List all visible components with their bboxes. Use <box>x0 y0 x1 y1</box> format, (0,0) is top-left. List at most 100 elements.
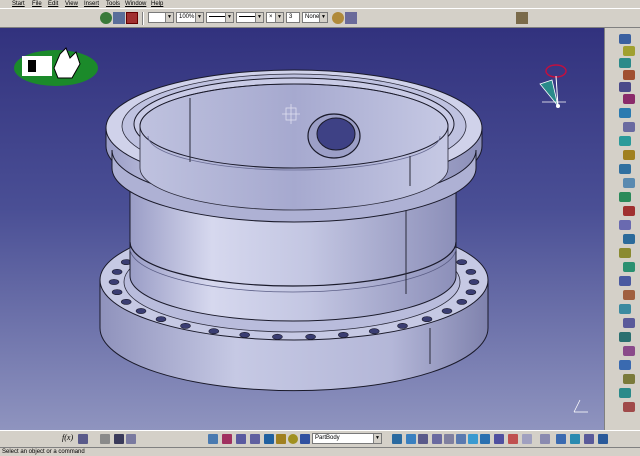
toolbar-tool-icon[interactable] <box>619 136 631 146</box>
status-message: Select an object or a command <box>2 449 85 455</box>
toolbar-tool-icon[interactable] <box>623 94 635 104</box>
bolt-hole <box>456 259 468 265</box>
constraint-icon[interactable] <box>222 434 232 444</box>
reference-icon[interactable] <box>236 434 246 444</box>
toolbar-tool-icon[interactable] <box>623 402 635 412</box>
view-tool-icon[interactable] <box>418 434 428 444</box>
bolt-hole <box>397 322 408 329</box>
bolt-hole <box>468 279 480 285</box>
bolt-hole <box>135 308 147 314</box>
toolbar-tool-icon[interactable] <box>623 122 635 132</box>
bolt-hole <box>111 289 123 295</box>
menu-help[interactable]: Help <box>151 0 163 8</box>
body-icon[interactable] <box>300 434 310 444</box>
point-dropdown[interactable]: × ▼ <box>266 12 284 23</box>
analysis-icon[interactable] <box>114 434 124 444</box>
bolt-hole <box>441 308 453 314</box>
menu-edit[interactable]: Edit <box>48 0 58 8</box>
cancel-icon[interactable] <box>126 12 138 24</box>
painter-icon[interactable] <box>332 12 344 24</box>
repeat-icon[interactable] <box>276 434 286 444</box>
toolbar-tool-icon[interactable] <box>623 178 635 188</box>
chevron-down-icon: ▼ <box>373 434 381 443</box>
plane-icon[interactable] <box>250 434 260 444</box>
part-body-value: PartBody <box>315 435 340 441</box>
measure-icon[interactable] <box>100 434 110 444</box>
view-tool-icon[interactable] <box>570 434 580 444</box>
menu-window[interactable]: Window <box>125 0 146 8</box>
zoom-dropdown[interactable]: 100% ▼ <box>176 12 204 23</box>
view-tool-icon[interactable] <box>508 434 518 444</box>
toolbar-tool-icon[interactable] <box>619 164 631 174</box>
sketch-icon[interactable] <box>208 434 218 444</box>
formula-button[interactable]: f(x) <box>62 433 73 442</box>
menu-file[interactable]: File <box>32 0 42 8</box>
point-icon[interactable] <box>264 434 274 444</box>
comment-icon[interactable] <box>78 434 88 444</box>
bolt-hole <box>465 289 477 295</box>
layer-dropdown[interactable]: 3 <box>286 12 300 23</box>
toolbar-tool-icon[interactable] <box>623 318 635 328</box>
toolbar-tool-icon[interactable] <box>619 388 631 398</box>
menu-view[interactable]: View <box>65 0 78 8</box>
linetype-dropdown[interactable]: ▼ <box>206 12 234 23</box>
right-toolbar <box>604 28 640 430</box>
workbench-icon[interactable] <box>113 12 125 24</box>
view-tool-icon[interactable] <box>444 434 454 444</box>
toolbar-tool-icon[interactable] <box>619 332 631 342</box>
toolbar-tool-icon[interactable] <box>619 108 631 118</box>
toolbar-tool-icon[interactable] <box>619 82 631 92</box>
linetype-sample <box>209 15 225 17</box>
view-tool-icon[interactable] <box>540 434 550 444</box>
view-tool-icon[interactable] <box>432 434 442 444</box>
toolbar-tool-icon[interactable] <box>623 206 635 216</box>
compass-icon[interactable] <box>539 64 567 108</box>
yellow-sphere-icon[interactable] <box>288 434 298 444</box>
toolbar-tool-icon[interactable] <box>619 304 631 314</box>
chevron-down-icon: ▼ <box>195 13 203 22</box>
toolbar-tool-icon[interactable] <box>619 248 631 258</box>
tool-icon[interactable] <box>516 12 528 24</box>
view-tool-icon[interactable] <box>584 434 594 444</box>
bolt-hole <box>111 268 123 275</box>
lineweight-dropdown[interactable]: ▼ <box>236 12 264 23</box>
toolbar-tool-icon[interactable] <box>619 276 631 286</box>
toolbar-tool-icon[interactable] <box>619 58 631 68</box>
toolbar-tool-icon[interactable] <box>623 290 635 300</box>
color-dropdown[interactable]: ▼ <box>148 12 174 23</box>
view-tool-icon[interactable] <box>522 434 532 444</box>
toolbar-tool-icon[interactable] <box>623 346 635 356</box>
view-tool-icon[interactable] <box>392 434 402 444</box>
chevron-down-icon: ▼ <box>165 13 173 22</box>
toolbar-tool-icon[interactable] <box>623 70 635 80</box>
part-body-dropdown[interactable]: PartBody ▼ <box>312 433 382 444</box>
chevron-down-icon: ▼ <box>225 13 233 22</box>
toolbar-tool-icon[interactable] <box>619 192 631 202</box>
3d-viewport[interactable] <box>0 28 604 430</box>
menu-tools[interactable]: Tools <box>106 0 120 8</box>
toolbar-tool-icon[interactable] <box>619 360 631 370</box>
catalog-icon[interactable] <box>100 12 112 24</box>
toolbar-tool-icon[interactable] <box>623 374 635 384</box>
view-tool-icon[interactable] <box>456 434 466 444</box>
view-tool-icon[interactable] <box>480 434 490 444</box>
none-dropdown[interactable]: None ▼ <box>302 12 328 23</box>
menu-insert[interactable]: Insert <box>84 0 99 8</box>
toolbar-tool-icon[interactable] <box>619 34 631 44</box>
bolt-hole <box>120 298 132 305</box>
snap-icon[interactable] <box>126 434 136 444</box>
toolbar-tool-icon[interactable] <box>623 150 635 160</box>
view-tool-icon[interactable] <box>556 434 566 444</box>
view-tool-icon[interactable] <box>468 434 478 444</box>
catia-logo-icon <box>14 47 98 86</box>
view-tool-icon[interactable] <box>494 434 504 444</box>
properties-icon[interactable] <box>345 12 357 24</box>
part-render <box>14 47 588 413</box>
toolbar-tool-icon[interactable] <box>623 234 635 244</box>
toolbar-tool-icon[interactable] <box>623 46 635 56</box>
toolbar-tool-icon[interactable] <box>623 262 635 272</box>
view-tool-icon[interactable] <box>406 434 416 444</box>
toolbar-tool-icon[interactable] <box>619 220 631 230</box>
view-tool-icon[interactable] <box>598 434 608 444</box>
menu-start[interactable]: Start <box>12 0 25 8</box>
